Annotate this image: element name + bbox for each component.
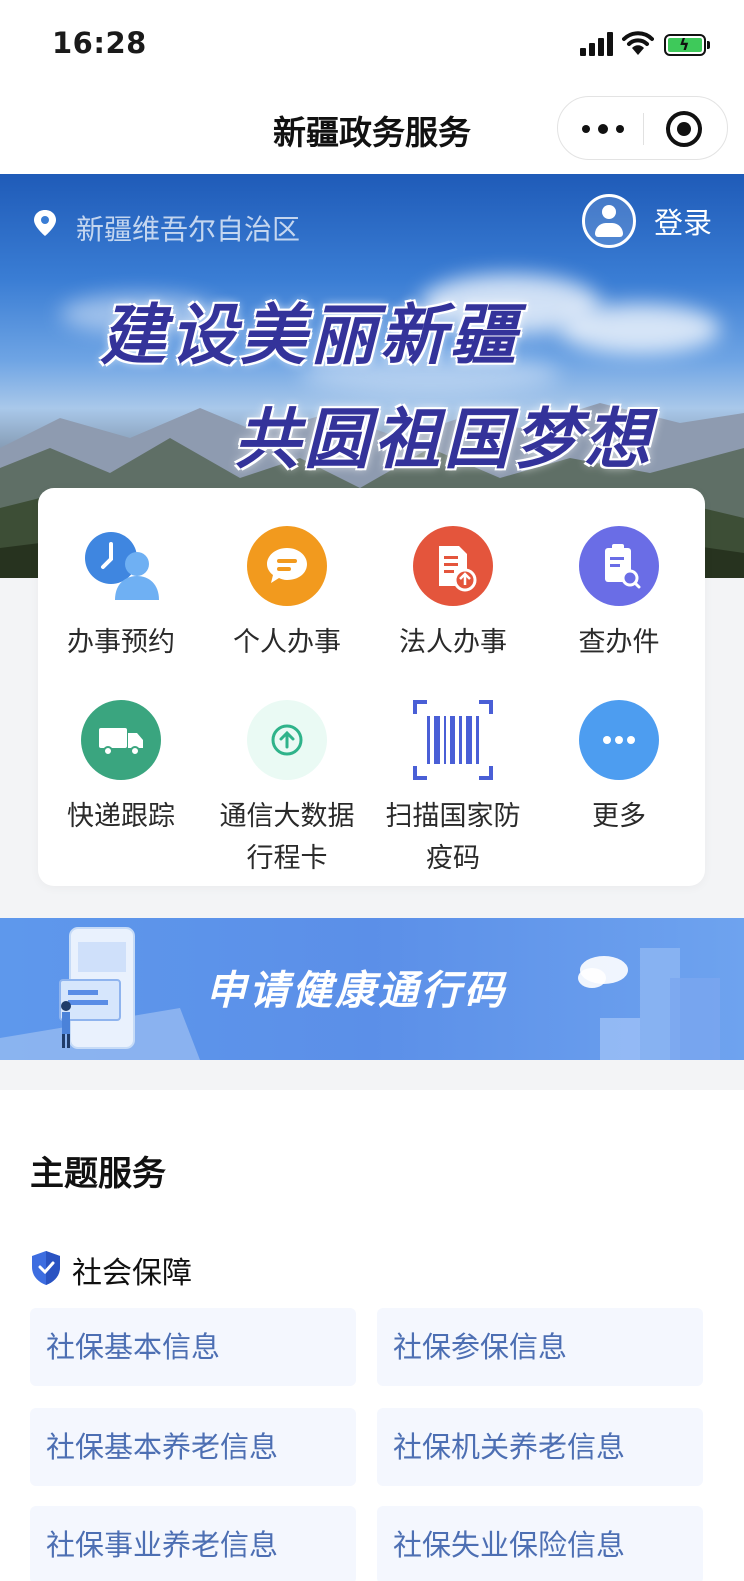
- service-legal-entity[interactable]: 法人办事: [370, 526, 536, 664]
- capsule-divider: [643, 113, 644, 145]
- service-appointment[interactable]: 办事预约: [38, 526, 204, 664]
- arrow-up-circle-icon: [247, 700, 327, 780]
- quick-services-card: 办事预约 个人办事 法人办事 查办件 快递跟踪 通信大数据 行程卡 扫描国家防 …: [38, 488, 705, 886]
- service-travel-card[interactable]: 通信大数据 行程卡: [204, 700, 370, 880]
- slogan-line2: 共圆祖国梦想: [234, 400, 654, 478]
- document-upload-icon: [413, 526, 493, 606]
- service-express-tracking[interactable]: 快递跟踪: [38, 700, 204, 838]
- delivery-truck-icon: [81, 700, 161, 780]
- more-options-icon[interactable]: [578, 117, 626, 141]
- battery-charging-icon: ϟ: [664, 34, 710, 56]
- close-mini-program-icon[interactable]: [666, 111, 702, 147]
- theme-item[interactable]: 社保基本养老信息: [30, 1408, 356, 1486]
- theme-item[interactable]: 社保参保信息: [377, 1308, 703, 1386]
- slogan-line1: 建设美丽新疆: [100, 296, 520, 374]
- service-label: 快递跟踪: [67, 801, 175, 832]
- service-scan-epidemic-code[interactable]: 扫描国家防 疫码: [370, 700, 536, 880]
- category-label: 社会保障: [72, 1256, 192, 1291]
- barcode-scan-icon: [413, 700, 493, 780]
- health-code-title: 申请健康通行码: [206, 968, 507, 1014]
- theme-item[interactable]: 社保失业保险信息: [377, 1506, 703, 1581]
- chat-bubble-icon: [247, 526, 327, 606]
- appointment-icon: [81, 526, 161, 606]
- section-title: 主题服务: [30, 1154, 166, 1194]
- status-bar: 16:28 ϟ: [0, 0, 744, 88]
- service-label: 扫描国家防 疫码: [385, 801, 521, 874]
- service-personal[interactable]: 个人办事: [204, 526, 370, 664]
- service-label: 更多: [592, 801, 646, 832]
- theme-item[interactable]: 社保事业养老信息: [30, 1506, 356, 1581]
- wifi-icon: [622, 31, 654, 55]
- service-more[interactable]: 更多: [536, 700, 702, 838]
- clipboard-search-icon: [579, 526, 659, 606]
- service-label: 法人办事: [399, 627, 507, 658]
- service-label: 个人办事: [233, 627, 341, 658]
- service-query-case[interactable]: 查办件: [536, 526, 702, 664]
- location-pin-icon: [34, 210, 56, 236]
- health-code-banner[interactable]: 申请健康通行码: [0, 918, 744, 1060]
- more-dots-icon: [579, 700, 659, 780]
- capsule-menu: [557, 96, 728, 160]
- mini-program-navbar: 新疆政务服务: [0, 88, 744, 174]
- theme-item[interactable]: 社保机关养老信息: [377, 1408, 703, 1486]
- service-label: 通信大数据 行程卡: [219, 801, 355, 874]
- status-time: 16:28: [52, 26, 147, 60]
- service-label: 查办件: [578, 627, 660, 658]
- avatar-icon: [582, 194, 636, 248]
- theme-item[interactable]: 社保基本信息: [30, 1308, 356, 1386]
- shield-icon: [32, 1251, 60, 1285]
- theme-services-section: 主题服务 社会保障 社保基本信息 社保参保信息 社保基本养老信息 社保机关养老信…: [0, 1090, 744, 1581]
- login-label: 登录: [654, 206, 713, 240]
- location-text[interactable]: 新疆维吾尔自治区: [76, 208, 300, 248]
- service-label: 办事预约: [67, 627, 175, 658]
- cellular-signal-icon: [580, 32, 614, 56]
